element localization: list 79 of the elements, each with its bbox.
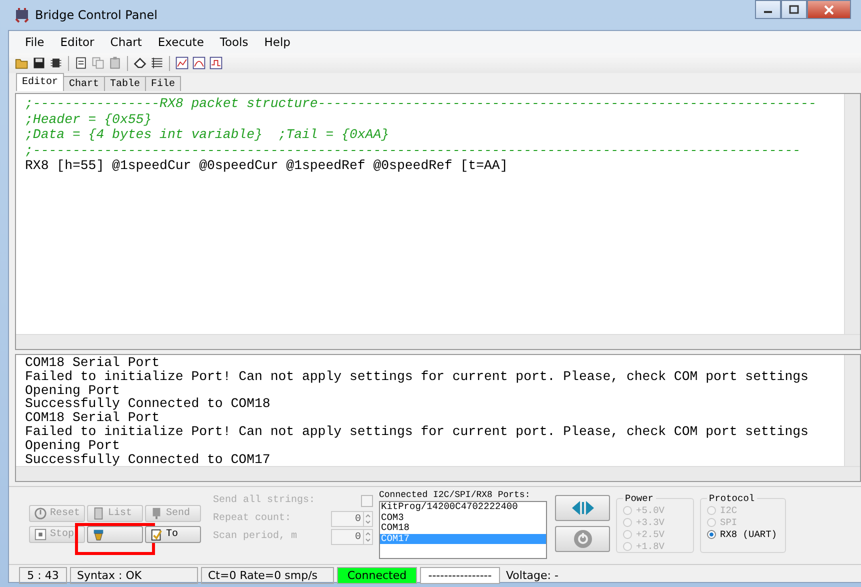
chart-icon[interactable]	[192, 56, 206, 70]
action-button[interactable]	[87, 526, 143, 543]
voltage-status: Voltage: -	[505, 569, 558, 582]
maximize-button[interactable]	[781, 0, 807, 19]
radio-label: +1.8V	[636, 540, 665, 552]
close-icon	[823, 4, 835, 14]
connection-status: Connected	[337, 567, 417, 584]
vertical-scrollbar[interactable]	[844, 355, 860, 466]
log-line: COM18 Serial Port	[25, 356, 161, 370]
send-all-label: Send all strings:	[213, 494, 316, 508]
chart-icon[interactable]	[209, 56, 223, 70]
open-folder-icon[interactable]	[15, 56, 29, 70]
horizontal-scrollbar[interactable]	[16, 466, 860, 481]
list-icon[interactable]	[150, 56, 164, 70]
power-group-label: Power	[624, 493, 655, 504]
app-icon	[14, 7, 30, 23]
radio-label: RX8 (UART)	[720, 528, 778, 540]
power-icon	[34, 507, 47, 520]
menu-item[interactable]: File	[17, 35, 52, 49]
log-line: Failed to initialize Port! Can not apply settings for current port. Please, check COM port settings	[25, 370, 810, 384]
menu-item[interactable]: Help	[256, 35, 298, 49]
field-label: Repeat count:	[213, 512, 292, 526]
port-item[interactable]: COM3	[380, 512, 546, 523]
log-line: Opening Port	[25, 438, 121, 453]
horizontal-scrollbar[interactable]	[16, 334, 860, 349]
log-line: Successfully Connected to COM17	[25, 452, 272, 466]
window-title: Bridge Control Panel	[35, 8, 158, 22]
radio-button[interactable]	[707, 530, 716, 538]
status-field: ----------------	[420, 567, 500, 584]
log-line: Successfully Connected to COM18	[25, 397, 272, 412]
chip-icon[interactable]	[49, 56, 63, 70]
radio-label: +2.5V	[636, 528, 665, 540]
minimize-button[interactable]	[755, 0, 781, 19]
port-item[interactable]: KitProg/14200C4702222400	[380, 502, 546, 512]
tab[interactable]: Chart	[63, 76, 106, 91]
connect-button[interactable]	[555, 495, 610, 521]
document-icon[interactable]	[74, 56, 88, 70]
menu-item[interactable]: Chart	[102, 35, 150, 49]
save-icon[interactable]	[32, 56, 46, 70]
code-line: RX8 [h=55] @1speedCur @0speedCur @1speedRef @0speedRef [t=AA]	[25, 158, 509, 174]
tab[interactable]: File	[145, 76, 182, 91]
tab[interactable]: Editor	[16, 73, 64, 91]
radio-label: SPI	[720, 516, 738, 528]
menu-item[interactable]: Execute	[150, 35, 212, 49]
connect-arrows-icon	[570, 500, 594, 516]
maximize-icon	[789, 5, 799, 14]
tab[interactable]: Table	[104, 76, 146, 91]
ports-label: Connected I2C/SPI/RX8 Ports:	[379, 489, 532, 501]
send-icon	[150, 507, 163, 520]
log-line: Opening Port	[25, 384, 121, 398]
code-line: ;-------------------------------------------------------------------------------------------------	[25, 142, 802, 158]
menu-item[interactable]: Tools	[212, 35, 256, 49]
radio-label: +3.3V	[636, 516, 665, 528]
vertical-scrollbar[interactable]	[844, 94, 860, 334]
spin-arrows-icon	[364, 530, 372, 544]
code-line: ;----------------RX8 packet structure---------------------------------------------------------------	[25, 96, 818, 112]
menu-item[interactable]: Editor	[52, 35, 102, 49]
paste-icon[interactable]	[108, 56, 122, 70]
stop-icon	[34, 528, 47, 541]
power-button[interactable]	[555, 526, 610, 552]
cursor-position: 5 : 43	[19, 567, 67, 584]
close-button[interactable]	[807, 0, 851, 19]
chart-icon[interactable]	[175, 56, 189, 70]
field-label: Scan period, m	[213, 530, 298, 544]
log-line: COM18 Serial Port	[25, 411, 161, 425]
spin-arrows-icon	[364, 512, 372, 526]
code-line: ;Header = {0x55}	[25, 112, 153, 127]
power-icon	[572, 529, 592, 549]
rate-status: Ct=0 Rate=0 smp/s	[201, 567, 334, 584]
document-icon	[92, 507, 105, 520]
radio-label: +5.0V	[636, 504, 665, 516]
code-line: ;Data = {4 bytes int variable} ;Tail = {0xAA}	[25, 127, 390, 142]
port-item[interactable]: COM18	[380, 523, 546, 534]
syntax-status: Syntax : OK	[70, 567, 198, 584]
radio-label: I2C	[720, 504, 738, 516]
action-button[interactable]: To	[145, 526, 201, 543]
protocol-group-label: Protocol	[708, 493, 756, 504]
log-line: Failed to initialize Port! Can not apply settings for current port. Please, check COM port settings	[25, 424, 810, 439]
document-check-icon	[150, 528, 163, 541]
